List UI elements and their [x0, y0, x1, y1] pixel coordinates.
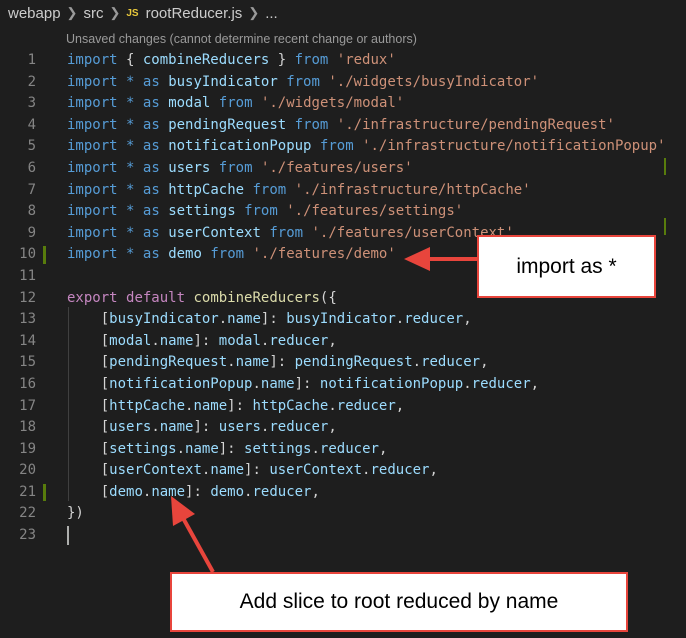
callout-import-as: import as * — [477, 235, 656, 298]
arrow-to-import — [404, 247, 477, 271]
annotation-arrows — [171, 247, 477, 573]
arrow-to-slice — [171, 496, 215, 573]
callout-add-slice: Add slice to root reduced by name — [170, 572, 628, 632]
